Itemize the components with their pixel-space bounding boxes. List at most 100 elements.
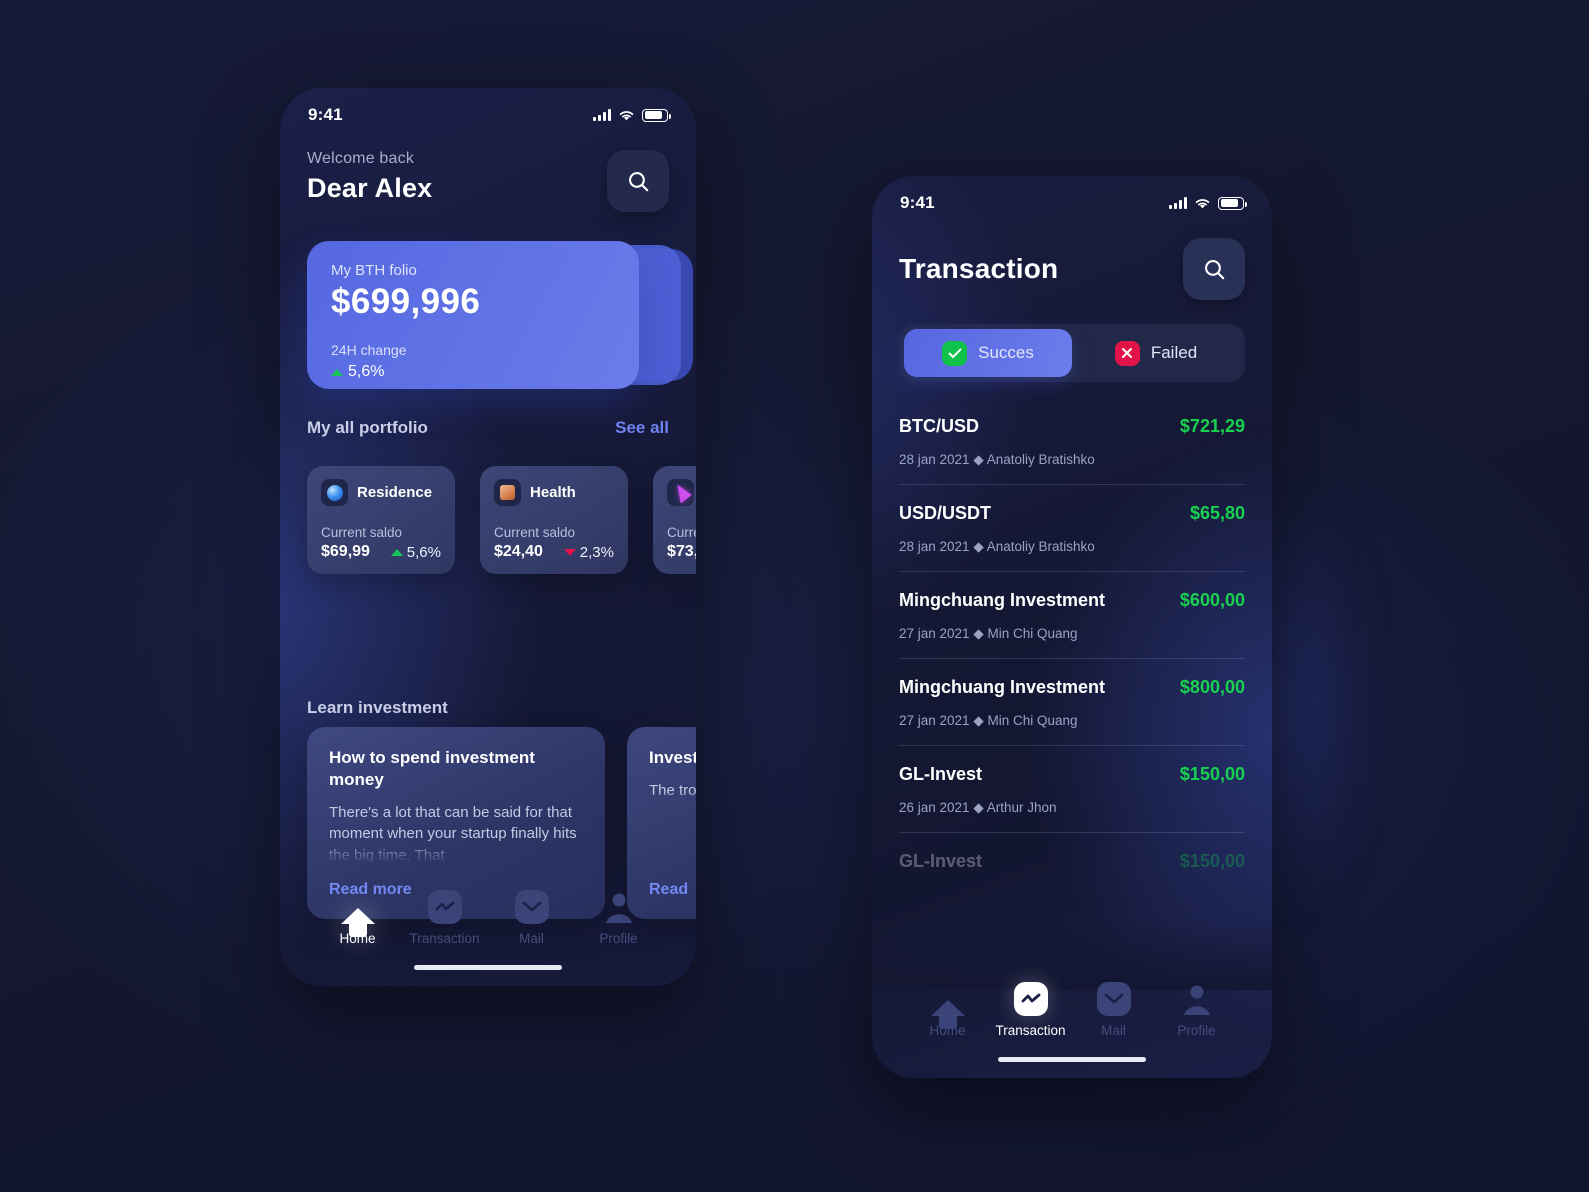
welcome-label: Welcome back: [307, 150, 415, 167]
home-indicator: [998, 1057, 1146, 1062]
wifi-icon: [1195, 198, 1210, 208]
transaction-name: GL-Invest: [899, 851, 983, 871]
portfolio-card-change-value: 2,3%: [579, 543, 614, 561]
transaction-amount: $600,00: [1179, 590, 1245, 610]
transaction-row[interactable]: USD/USDT $65,80 28 jan 2021 ◆ Anatoliy B…: [899, 485, 1245, 572]
learn-section-header: Learn investment: [307, 698, 669, 718]
status-icons: [1169, 196, 1247, 210]
transaction-meta: 27 jan 2021 ◆ Min Chi Quang: [899, 713, 1245, 729]
battery-icon: [1218, 196, 1247, 210]
portfolio-card-name: Health: [530, 484, 576, 501]
transaction-person: Anatoliy Bratishko: [986, 539, 1095, 554]
nav-item-transaction[interactable]: Transaction: [408, 890, 482, 946]
transaction-amount: $65,80: [1189, 503, 1245, 523]
battery-icon: [642, 108, 671, 122]
status-icons: [593, 108, 671, 122]
bottom-nav-transaction[interactable]: Home Transaction Mail Profile: [872, 982, 1272, 1038]
arrow-up-icon: [390, 548, 403, 556]
search-button-home[interactable]: [607, 150, 669, 212]
see-all-link[interactable]: See all: [615, 418, 669, 438]
meta-separator: ◆: [973, 800, 984, 815]
balance-change-value-row: 5,6%: [331, 363, 615, 381]
transaction-row[interactable]: GL-Invest $150,00: [899, 833, 1245, 888]
portfolio-card-label: Current saldo: [667, 525, 696, 540]
nav-label: Profile: [599, 931, 638, 946]
balance-change-label: 24H change: [331, 342, 407, 358]
nav-item-profile[interactable]: Profile: [1160, 982, 1234, 1038]
meta-separator: ◆: [973, 452, 984, 467]
person-icon: [1182, 982, 1212, 1016]
transaction-row-main: Mingchuang Investment $800,00: [899, 677, 1245, 698]
greeting-block: Welcome back Dear Alex: [307, 150, 432, 204]
portfolio-section-title: My all portfolio: [307, 418, 428, 437]
phone-home-screen: 9:41 Welcome back Dear Alex My BTH folio…: [280, 88, 696, 986]
transaction-row-main: GL-Invest $150,00: [899, 851, 1245, 872]
wifi-icon: [619, 110, 634, 120]
balance-card[interactable]: My BTH folio $699,996 24H change 5,6%: [307, 241, 639, 389]
check-circle-icon: [942, 340, 968, 366]
portfolio-card[interactable]: Health Current saldo $24,40 2,3%: [480, 466, 628, 574]
transaction-person: Min Chi Quang: [987, 713, 1078, 728]
transaction-amount: $800,00: [1179, 677, 1245, 697]
nav-item-transaction[interactable]: Transaction: [994, 982, 1068, 1038]
balance-title: My BTH folio: [331, 262, 417, 279]
meta-separator: ◆: [973, 713, 984, 728]
transaction-row[interactable]: GL-Invest $150,00 26 jan 2021 ◆ Arthur J…: [899, 746, 1245, 833]
chart-line-icon: [1013, 982, 1048, 1016]
portfolio-card-change: 5,6%: [390, 544, 441, 561]
transaction-name: Mingchuang Investment: [899, 677, 1106, 697]
portfolio-card[interactable]: Residence Current saldo $69,99 5,6%: [307, 466, 455, 574]
portfolio-card-head: Health: [494, 479, 614, 506]
status-bar: 9:41: [280, 102, 696, 128]
portfolio-card-change: 2,3%: [563, 543, 614, 561]
transaction-date: 28 jan 2021: [899, 452, 970, 467]
nav-label: Transaction: [995, 1023, 1066, 1038]
search-button-transaction[interactable]: [1183, 238, 1245, 300]
chart-line-icon: [427, 890, 462, 924]
nav-item-mail[interactable]: Mail: [1077, 982, 1151, 1038]
tab-failed[interactable]: Failed: [1072, 329, 1240, 377]
search-icon: [1204, 259, 1224, 279]
portfolio-card-list[interactable]: Residence Current saldo $69,99 5,6% Heal…: [307, 466, 696, 574]
nav-item-home[interactable]: Home: [321, 890, 395, 946]
nav-item-mail[interactable]: Mail: [495, 890, 569, 946]
portfolio-card-head: Residence: [321, 479, 441, 506]
portfolio-card-values: $69,99 5,6%: [321, 543, 441, 561]
user-name: Dear Alex: [307, 173, 433, 203]
learn-card-title: Invest for tra: [649, 748, 696, 767]
transaction-date: 27 jan 2021: [899, 626, 970, 641]
learn-card-body: The tro isn't rea respon: [649, 782, 696, 800]
transaction-date: 27 jan 2021: [899, 713, 970, 728]
balance-card-stack[interactable]: My BTH folio $699,996 24H change 5,6%: [307, 241, 693, 391]
status-bar: 9:41: [872, 190, 1272, 216]
status-filter-tabs[interactable]: Succes Failed: [899, 324, 1245, 382]
learn-card-body: There's a lot that can be said for that …: [329, 804, 577, 864]
transaction-row[interactable]: Mingchuang Investment $600,00 27 jan 202…: [899, 572, 1245, 659]
portfolio-card-values: $24,40 2,3%: [494, 543, 614, 561]
portfolio-card[interactable]: Current saldo $73,4: [653, 466, 696, 574]
transaction-list[interactable]: BTC/USD $721,29 28 jan 2021 ◆ Anatoliy B…: [899, 398, 1245, 968]
page-title: Transaction: [899, 253, 1059, 284]
tab-success[interactable]: Succes: [904, 329, 1072, 377]
nav-label: Mail: [519, 931, 544, 946]
bottom-nav-home[interactable]: Home Transaction Mail Profile: [280, 890, 696, 946]
nav-item-profile[interactable]: Profile: [582, 890, 656, 946]
transaction-row[interactable]: Mingchuang Investment $800,00 27 jan 202…: [899, 659, 1245, 746]
arrow-up-icon: [331, 368, 343, 376]
envelope-icon: [514, 890, 549, 924]
portfolio-card-value: $73,4: [667, 543, 696, 560]
home-header: Welcome back Dear Alex: [307, 150, 669, 212]
portfolio-card-head: [667, 479, 696, 506]
tab-failed-label: Failed: [1150, 343, 1198, 362]
nav-item-home[interactable]: Home: [911, 982, 985, 1038]
portfolio-card-value: $69,99: [321, 543, 370, 560]
nav-label: Transaction: [409, 931, 480, 946]
transaction-row[interactable]: BTC/USD $721,29 28 jan 2021 ◆ Anatoliy B…: [899, 398, 1245, 485]
transaction-meta: 27 jan 2021 ◆ Min Chi Quang: [899, 626, 1245, 642]
person-icon: [604, 890, 634, 924]
portfolio-card-name: Residence: [357, 484, 433, 501]
arrow-down-icon: [563, 548, 576, 556]
nav-label: Mail: [1101, 1023, 1126, 1038]
learn-card-title: How to spend investment money: [329, 748, 535, 790]
transaction-meta: 28 jan 2021 ◆ Anatoliy Bratishko: [899, 539, 1245, 555]
